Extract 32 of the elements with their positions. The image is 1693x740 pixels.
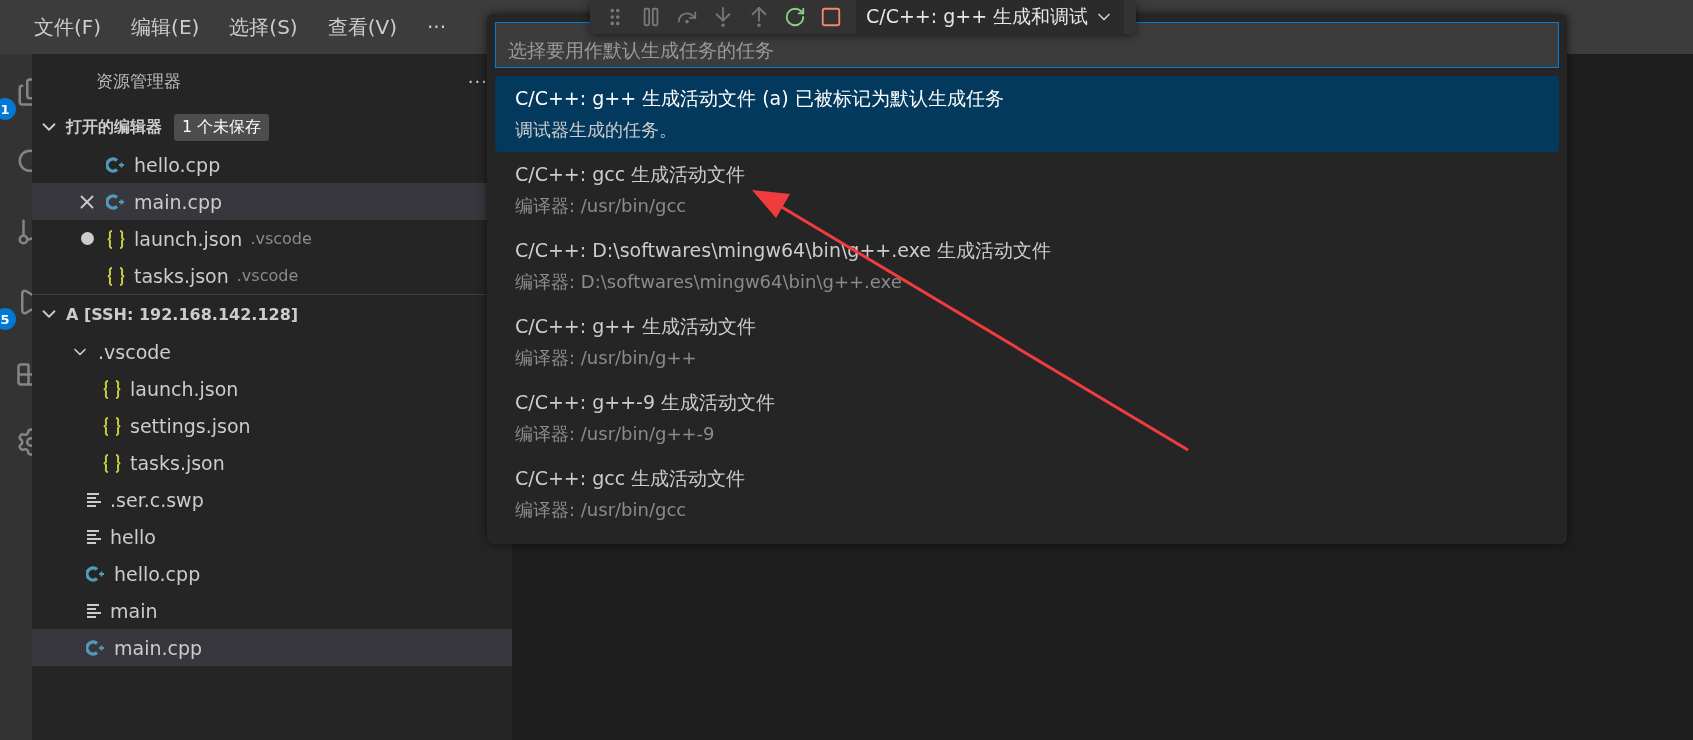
- braces-icon: [102, 415, 122, 436]
- cpp-file-icon: [86, 638, 106, 657]
- configuration-dropdown[interactable]: C/C++: g++ 生成和调试: [856, 0, 1125, 34]
- braces-icon: [102, 452, 122, 473]
- section-title[interactable]: 打开的编辑器: [66, 116, 162, 138]
- count-badge: 1: [0, 98, 16, 120]
- text-file-icon: [86, 528, 102, 545]
- open-editor-item[interactable]: tasks.json .vscode: [32, 257, 512, 294]
- text-file-icon: [86, 602, 102, 619]
- stop-icon[interactable]: [820, 6, 842, 28]
- sidebar-title: 资源管理器: [96, 69, 181, 93]
- unsaved-badge: 1 个未保存: [174, 113, 270, 141]
- braces-icon: [106, 228, 126, 249]
- braces-icon: [106, 265, 126, 286]
- file-tree-item[interactable]: main.cpp: [32, 629, 512, 666]
- menu-item[interactable]: 查看(V): [315, 9, 409, 45]
- more-actions-button[interactable]: ···: [467, 70, 488, 92]
- menu-item[interactable]: 文件(F): [22, 9, 114, 45]
- menu-item[interactable]: 编辑(E): [119, 9, 212, 45]
- braces-icon: [102, 378, 122, 399]
- menu-item[interactable]: ···: [414, 11, 459, 43]
- restart-icon[interactable]: [784, 6, 806, 28]
- cpp-file-icon: [106, 155, 126, 174]
- count-badge: 5: [0, 308, 16, 330]
- menu-item[interactable]: 选择(S): [217, 9, 310, 45]
- section-title[interactable]: A [SSH: 192.168.142.128]: [66, 304, 299, 324]
- file-tree-item[interactable]: main: [32, 592, 512, 629]
- text-file-icon: [86, 491, 102, 508]
- task-option[interactable]: C/C++: g++ 生成活动文件 (a) 已被标记为默认生成任务 调试器生成的任务。: [495, 76, 1559, 152]
- cpp-file-icon: [86, 564, 106, 583]
- file-tree-item[interactable]: hello.cpp: [32, 555, 512, 592]
- cpp-file-icon: [106, 192, 126, 211]
